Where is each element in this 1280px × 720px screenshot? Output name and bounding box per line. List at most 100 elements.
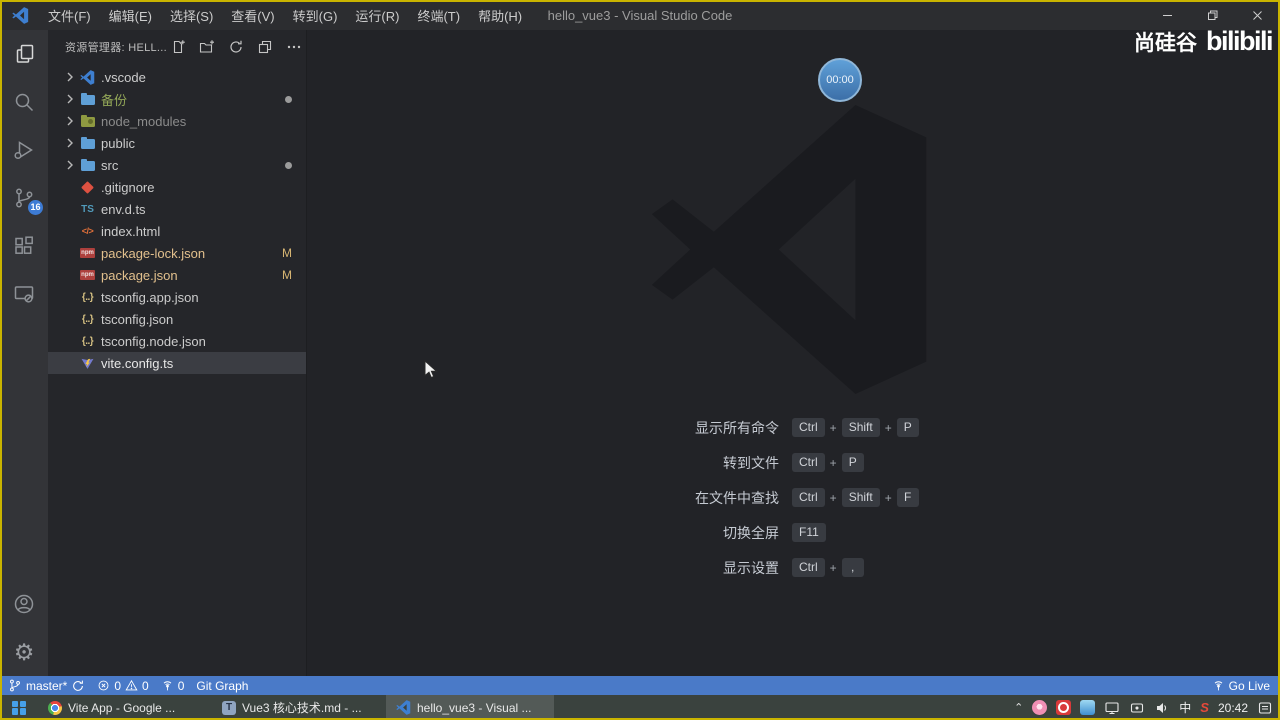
file-type-icon: {..}: [81, 291, 94, 303]
refresh-button[interactable]: [225, 36, 247, 58]
files-icon: [16, 44, 34, 63]
mouse-cursor: [424, 360, 438, 379]
branch-name: master*: [26, 678, 68, 693]
settings-button[interactable]: ⚙: [0, 628, 48, 676]
warning-icon: [125, 679, 138, 691]
new-file-button[interactable]: [167, 36, 189, 58]
file-name: public: [101, 135, 135, 151]
tray-app-pink-icon[interactable]: [1032, 700, 1048, 715]
task-label: hello_vue3 - Visual ...: [417, 700, 532, 715]
shortcut-keys: F11: [792, 523, 1026, 542]
file-row[interactable]: vite.config.ts: [48, 352, 306, 374]
error-icon: [98, 680, 109, 691]
more-actions-button[interactable]: [283, 36, 305, 58]
run-debug-tab[interactable]: [0, 126, 48, 174]
file-row[interactable]: {..} tsconfig.app.json: [48, 286, 306, 308]
file-row[interactable]: 备份: [48, 88, 306, 110]
notifications-icon[interactable]: [1257, 700, 1273, 716]
menu-item-5[interactable]: 运行(R): [346, 6, 408, 25]
taskbar-tasks: Vite App - Google ... T Vue3 核心技术.md - .…: [38, 695, 560, 720]
taskbar-task[interactable]: hello_vue3 - Visual ...: [386, 695, 554, 720]
git-branch-status[interactable]: master*: [8, 678, 85, 693]
ports-status[interactable]: 0: [161, 679, 184, 693]
file-row[interactable]: TS env.d.ts: [48, 198, 306, 220]
menu-item-7[interactable]: 帮助(H): [469, 6, 531, 25]
tray-expand-button[interactable]: ⌃: [1014, 701, 1023, 714]
menu-item-6[interactable]: 终端(T): [408, 6, 469, 25]
file-row[interactable]: .gitignore: [48, 176, 306, 198]
ime-indicator[interactable]: 中: [1179, 699, 1191, 716]
file-type-icon: [79, 135, 96, 151]
window-title: hello_vue3 - Visual Studio Code: [547, 7, 733, 23]
menu-item-1[interactable]: 编辑(E): [100, 6, 161, 25]
extensions-tab[interactable]: [0, 222, 48, 270]
start-button[interactable]: [0, 695, 38, 720]
sogou-icon[interactable]: S: [1200, 700, 1209, 715]
taskbar-task[interactable]: T Vue3 核心技术.md - ...: [212, 695, 380, 720]
chevron-right-icon: [62, 201, 78, 217]
chevron-right-icon: [62, 91, 78, 107]
file-row[interactable]: .vscode: [48, 66, 306, 88]
file-row[interactable]: npm package.json M: [48, 264, 306, 286]
tray-app-blue-icon[interactable]: [1080, 700, 1096, 715]
source-control-tab[interactable]: 16: [0, 174, 48, 222]
file-row[interactable]: public: [48, 132, 306, 154]
tray-device-icon[interactable]: [1129, 700, 1145, 716]
volume-icon[interactable]: [1154, 700, 1170, 716]
file-name: node_modules: [101, 113, 187, 129]
task-label: Vite App - Google ...: [68, 700, 176, 715]
error-count: 0: [114, 678, 122, 693]
menu-item-0[interactable]: 文件(F): [39, 6, 100, 25]
file-name: package.json: [101, 267, 178, 283]
problems-status[interactable]: 0 0: [97, 678, 149, 693]
search-tab[interactable]: [0, 78, 48, 126]
taskbar-clock[interactable]: 20:42: [1218, 701, 1248, 715]
shortcut-row: 转到文件 Ctrl + P: [556, 445, 1026, 480]
menu-item-3[interactable]: 查看(V): [222, 6, 283, 25]
file-name: tsconfig.app.json: [101, 289, 199, 305]
remote-explorer-tab[interactable]: [0, 270, 48, 318]
file-type-icon: npm: [79, 270, 96, 280]
vscode-icon: [396, 700, 411, 715]
task-app-icon: T: [222, 700, 236, 715]
file-name: src: [101, 157, 119, 173]
file-name: 备份: [101, 92, 128, 108]
shortcut-keys: Ctrl +,: [792, 558, 1026, 577]
file-type-icon: [79, 355, 96, 371]
tray-app-record-icon[interactable]: [1056, 700, 1072, 715]
vscode-logo-icon: [12, 6, 29, 24]
taskbar-task[interactable]: Vite App - Google ...: [38, 695, 206, 720]
task-app-icon: [48, 700, 62, 715]
recording-timer: 00:00: [818, 58, 862, 102]
new-folder-button[interactable]: [196, 36, 218, 58]
file-row[interactable]: src: [48, 154, 306, 176]
new-file-icon: [173, 40, 185, 54]
account-button[interactable]: [0, 580, 48, 628]
shortcut-hints: 显示所有命令 Ctrl + Shift + P 转到文件 Ctrl + P 在文件中查找 C…: [556, 410, 1026, 585]
desktop: 文件(F) 编辑(E) 选择(S) 查看(V) 转到(G) 运行(R) 终端(T) 帮助(H)…: [0, 0, 1280, 720]
explorer-tab[interactable]: [0, 30, 48, 78]
chevron-right-icon: [62, 223, 78, 239]
menu-item-2[interactable]: 选择(S): [161, 6, 222, 25]
file-row[interactable]: {..} tsconfig.node.json: [48, 330, 306, 352]
file-type-icon: [79, 69, 96, 85]
menu-item-4[interactable]: 转到(G): [284, 6, 347, 25]
file-name: tsconfig.json: [101, 311, 174, 327]
shortcut-keys: Ctrl + P: [792, 453, 1026, 472]
task-label: Vue3 核心技术.md - ...: [242, 701, 362, 715]
tray-display-icon[interactable]: [1104, 700, 1120, 716]
kbd-key: ,: [841, 558, 864, 577]
go-live-button[interactable]: Go Live: [1212, 679, 1270, 693]
file-git-badge: M: [282, 246, 292, 260]
file-name: .vscode: [101, 69, 146, 85]
collapse-folders-button[interactable]: [254, 36, 276, 58]
file-row[interactable]: npm package-lock.json M: [48, 242, 306, 264]
git-graph-button[interactable]: Git Graph: [196, 679, 248, 693]
file-row[interactable]: </> index.html: [48, 220, 306, 242]
shortcut-row: 显示设置 Ctrl +,: [556, 550, 1026, 585]
chevron-right-icon: [62, 311, 78, 327]
file-row[interactable]: {..} tsconfig.json: [48, 308, 306, 330]
chevron-right-icon: [62, 179, 78, 195]
brand-watermark: 尚硅谷 bilibili: [1134, 26, 1274, 57]
file-row[interactable]: node_modules: [48, 110, 306, 132]
